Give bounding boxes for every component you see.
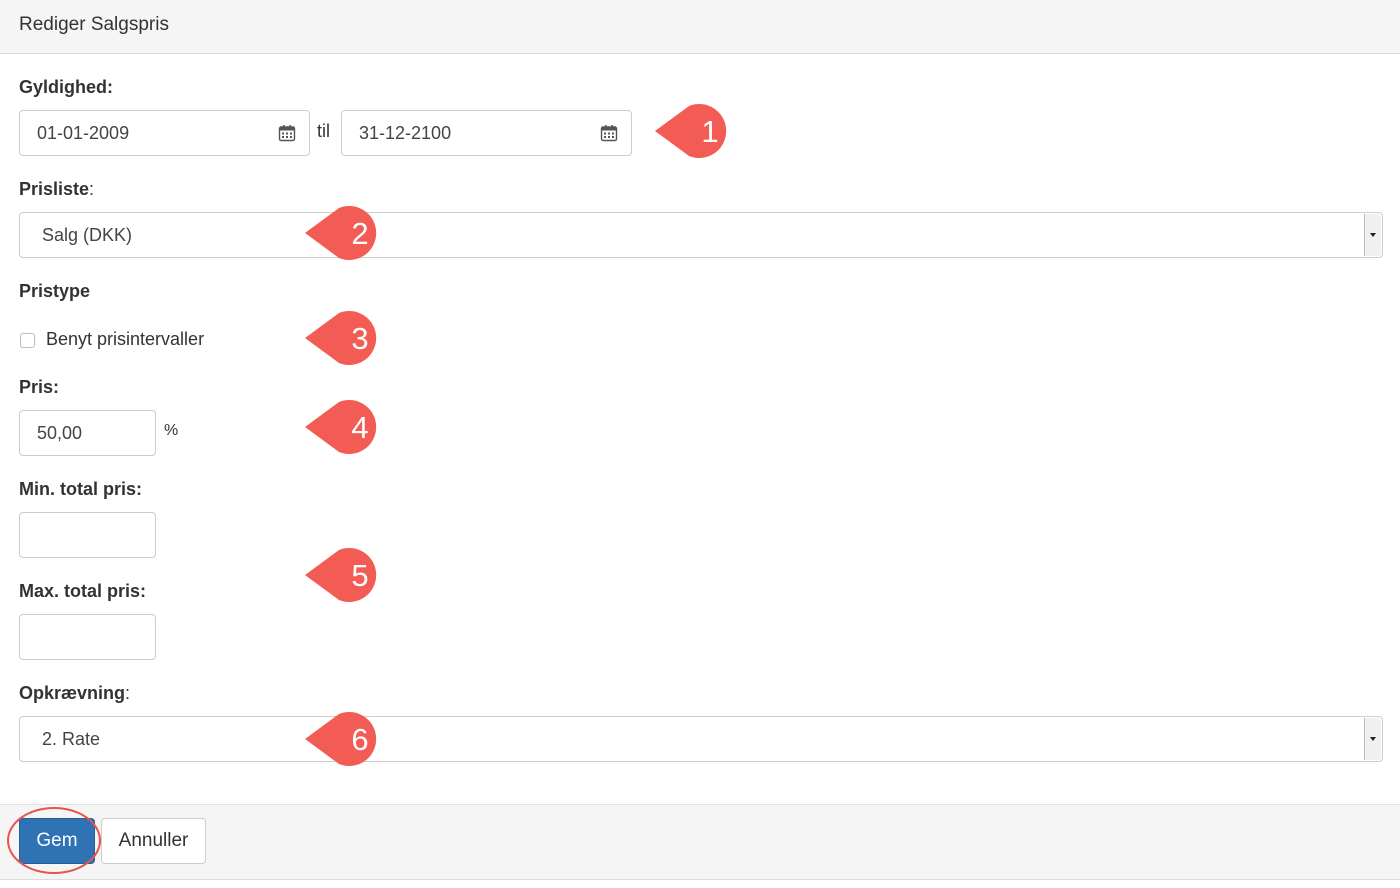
- callout-number-2: 2: [351, 216, 368, 251]
- date-separator: til: [317, 121, 330, 141]
- callout-marker-1: 1: [655, 104, 727, 158]
- callout-number-4: 4: [351, 410, 368, 445]
- price-value: 50,00: [37, 423, 83, 443]
- max-total-input[interactable]: [19, 614, 156, 660]
- save-highlight-ring: [7, 807, 101, 874]
- callout-number-5: 5: [351, 558, 368, 593]
- price-intervals-label[interactable]: Benyt prisintervaller: [46, 329, 204, 350]
- min-total-input[interactable]: [19, 512, 156, 558]
- charging-label-colon: :: [125, 683, 131, 703]
- valid-from-value: 01-01-2009: [37, 123, 130, 143]
- callout-number-6: 6: [351, 722, 368, 757]
- valid-to-value: 31-12-2100: [359, 123, 452, 143]
- callout-marker-6: 6: [305, 712, 377, 766]
- price-input[interactable]: 50,00: [19, 410, 156, 456]
- callout-marker-4: 4: [305, 400, 377, 454]
- valid-from-input[interactable]: 01-01-2009: [19, 110, 310, 156]
- charging-selected: 2. Rate: [42, 729, 101, 749]
- cancel-button[interactable]: Annuller: [101, 818, 206, 864]
- dialog-footer: [0, 804, 1400, 880]
- price-unit: %: [164, 422, 179, 439]
- min-total-label: Min. total pris:: [19, 479, 142, 499]
- calendar-icon[interactable]: [600, 124, 618, 142]
- price-list-select[interactable]: Salg (DKK): [19, 212, 1383, 258]
- charging-select[interactable]: 2. Rate: [19, 716, 1383, 762]
- callout-marker-3: 3: [305, 311, 377, 365]
- max-total-label: Max. total pris:: [19, 581, 147, 601]
- validity-label: Gyldighed:: [19, 77, 113, 97]
- price-type-label: Pristype: [19, 281, 91, 301]
- callout-number-3: 3: [351, 321, 368, 356]
- charging-label-text: Opkrævning: [19, 683, 126, 703]
- callout-marker-2: 2: [305, 206, 377, 260]
- price-list-label: Prisliste:: [19, 179, 94, 200]
- valid-to-input[interactable]: 31-12-2100: [341, 110, 632, 156]
- price-list-label-text: Prisliste: [19, 179, 90, 199]
- callout-marker-5: 5: [305, 548, 377, 602]
- price-label: Pris:: [19, 377, 60, 397]
- price-list-selected: Salg (DKK): [42, 225, 133, 245]
- charging-label: Opkrævning:: [19, 683, 130, 704]
- calendar-icon[interactable]: [278, 124, 296, 142]
- chevron-down-icon[interactable]: [1364, 214, 1381, 256]
- price-intervals-checkbox[interactable]: [20, 333, 35, 348]
- price-list-label-colon: :: [89, 179, 95, 199]
- dialog-title: Rediger Salgspris: [19, 14, 169, 35]
- dialog-header: Rediger Salgspris: [0, 0, 1400, 54]
- callout-number-1: 1: [701, 114, 718, 149]
- chevron-down-icon[interactable]: [1364, 718, 1381, 760]
